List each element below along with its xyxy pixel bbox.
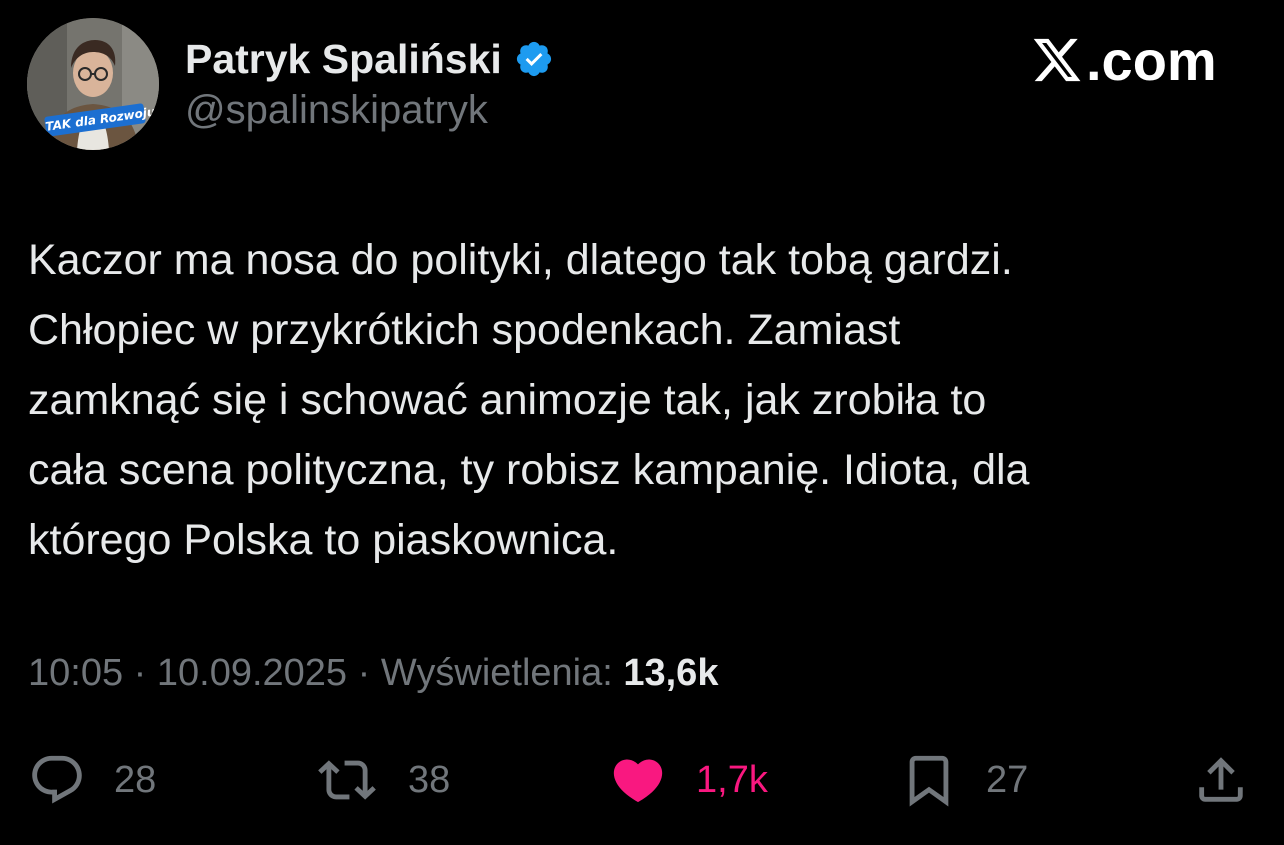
x-com-brand: .com — [1030, 28, 1217, 92]
tweet-text-line: Kaczor ma nosa do polityki, dlatego tak … — [28, 236, 1013, 284]
views-count[interactable]: 13,6k — [623, 652, 718, 694]
retweet-count: 38 — [408, 758, 451, 801]
tweet-text-line: którego Polska to piaskownica. — [28, 516, 619, 564]
meta-separator: · — [347, 652, 381, 694]
retweet-button[interactable]: 38 — [314, 745, 450, 815]
like-button[interactable]: 1,7k — [608, 745, 768, 815]
bookmark-count: 27 — [986, 758, 1029, 801]
bookmark-button[interactable]: 27 — [900, 745, 1028, 815]
share-icon — [1199, 757, 1243, 802]
tweet-time[interactable]: 10:05 — [28, 652, 123, 694]
reply-button[interactable]: 28 — [28, 745, 156, 815]
tweet-date[interactable]: 10.09.2025 — [157, 652, 347, 694]
tweet-text-line: zamknąć się i schować animozje tak, jak … — [28, 376, 987, 424]
share-button[interactable] — [1192, 745, 1250, 815]
verified-badge-icon — [516, 41, 551, 77]
bookmark-icon — [909, 755, 949, 807]
author-display-name[interactable]: Patryk Spaliński — [185, 36, 502, 83]
x-logo-icon — [1033, 38, 1081, 82]
author-name-row[interactable]: Patryk Spaliński — [185, 34, 554, 84]
tweet-meta: 10:05 · 10.09.2025 · Wyświetlenia: 13,6k — [28, 652, 718, 695]
avatar[interactable]: TAK dla Rozwoju — [27, 18, 159, 150]
retweet-icon — [318, 760, 376, 800]
like-count: 1,7k — [696, 758, 768, 801]
tweet-text: Kaczor ma nosa do polityki, dlatego tak … — [28, 225, 1258, 575]
brand-label: .com — [1086, 28, 1217, 92]
views-label: Wyświetlenia: — [380, 652, 613, 694]
reply-bubble-icon — [32, 755, 82, 804]
heart-icon — [613, 759, 663, 803]
reply-count: 28 — [114, 758, 157, 801]
meta-separator: · — [123, 652, 157, 694]
tweet-actions-bar: 28 38 1,7k 27 — [0, 745, 1284, 815]
tweet-text-line: cała scena polityczna, ty robisz kampani… — [28, 446, 1030, 494]
tweet-text-line: Chłopiec w przykrótkich spodenkach. Zami… — [28, 306, 901, 354]
author-handle[interactable]: @spalinskipatryk — [185, 88, 488, 133]
